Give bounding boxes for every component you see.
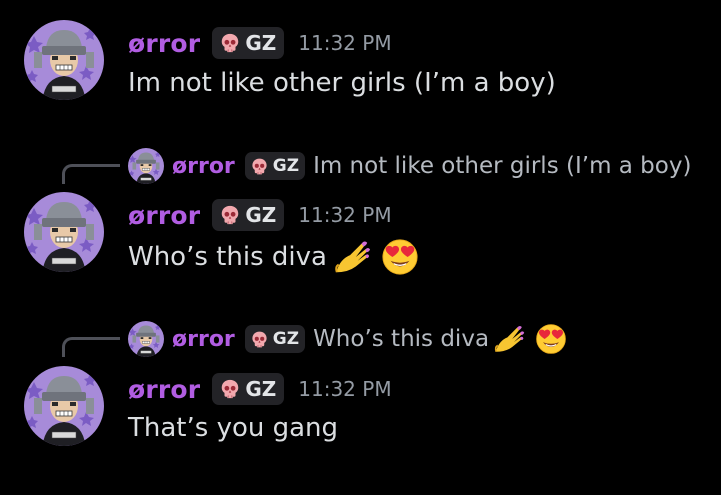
reply-preview[interactable]: ørror GZ Who’s this diva [172, 322, 567, 356]
nail-polish-emoji[interactable] [333, 238, 371, 276]
message-header: ørror GZ 11:32 PM [128, 26, 392, 60]
message-content: Who’s this diva [128, 238, 419, 276]
avatar-icon [128, 321, 164, 357]
message-content: Im not like other girls (I’m a boy) [128, 68, 556, 98]
server-tag-label: GZ [245, 377, 277, 401]
server-tag[interactable]: GZ [212, 199, 285, 231]
reply-text-content: Im not like other girls (I’m a boy) [313, 153, 692, 179]
reply-avatar[interactable] [128, 321, 164, 357]
user-avatar[interactable] [24, 192, 104, 272]
skull-icon [250, 157, 269, 176]
message-content: That’s you gang [128, 413, 338, 443]
reply-text: Who’s this diva [313, 323, 567, 355]
nail-polish-emoji [493, 323, 525, 355]
user-avatar[interactable] [24, 366, 104, 446]
skull-icon [219, 378, 241, 400]
avatar-icon [128, 148, 164, 184]
skull-icon [250, 330, 269, 349]
skull-icon [219, 204, 241, 226]
username[interactable]: ørror [128, 375, 200, 404]
username[interactable]: ørror [128, 201, 200, 230]
skull-icon [219, 32, 241, 54]
reply-server-tag: GZ [244, 325, 306, 353]
reply-server-tag-label: GZ [272, 156, 300, 176]
message-timestamp[interactable]: 11:32 PM [298, 31, 391, 55]
message-timestamp[interactable]: 11:32 PM [298, 377, 391, 401]
reply-username[interactable]: ørror [172, 154, 235, 179]
message-timestamp[interactable]: 11:32 PM [298, 203, 391, 227]
message-text: That’s you gang [128, 413, 339, 443]
avatar-icon [24, 192, 104, 272]
server-tag[interactable]: GZ [212, 373, 285, 405]
reply-preview[interactable]: ørror GZ Im not like other girls (I’m a … [172, 149, 691, 183]
server-tag-label: GZ [245, 203, 277, 227]
message-text: Who’s this diva [128, 242, 327, 272]
reply-server-tag-label: GZ [272, 329, 300, 349]
user-avatar[interactable] [24, 20, 104, 100]
server-tag[interactable]: GZ [212, 27, 285, 59]
username[interactable]: ørror [128, 29, 200, 58]
message-header: ørror GZ 11:32 PM [128, 372, 392, 406]
avatar-icon [24, 20, 104, 100]
avatar-icon [24, 366, 104, 446]
message-header: ørror GZ 11:32 PM [128, 198, 392, 232]
reply-server-tag: GZ [244, 152, 306, 180]
reply-spine [62, 164, 120, 184]
server-tag-label: GZ [245, 31, 277, 55]
reply-username[interactable]: ørror [172, 327, 235, 352]
heart-eyes-emoji [535, 323, 567, 355]
heart-eyes-emoji[interactable] [381, 238, 419, 276]
reply-spine [62, 337, 120, 357]
chat-message-list: ørror GZ 11:32 PM Im not like other girl… [0, 0, 721, 495]
reply-text-content: Who’s this diva [313, 326, 490, 352]
reply-avatar[interactable] [128, 148, 164, 184]
message-text: Im not like other girls (I’m a boy) [128, 68, 556, 98]
reply-text: Im not like other girls (I’m a boy) [313, 153, 691, 179]
